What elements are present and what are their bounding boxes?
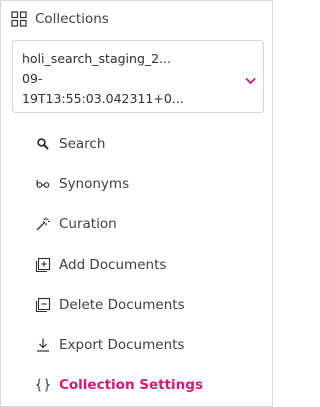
collection-name-line-2: 09- [22, 71, 43, 86]
collection-name-line-3: 19T13:55:03.042311+0... [22, 91, 184, 106]
add-document-icon [35, 257, 51, 273]
menu-item-label: Search [59, 136, 106, 152]
menu-item-synonyms[interactable]: Synonyms [35, 173, 129, 195]
collection-name-line-1: holi_search_staging_2... [22, 51, 171, 66]
download-icon [35, 337, 51, 353]
menu-item-label: Delete Documents [59, 297, 185, 313]
menu-item-label: Curation [59, 216, 117, 232]
chevron-down-icon[interactable] [245, 71, 256, 84]
collections-title: Collections [35, 11, 109, 27]
magic-wand-icon [35, 216, 51, 232]
menu-item-search[interactable]: Search [35, 133, 105, 155]
menu-item-label: Add Documents [59, 257, 167, 273]
grid-icon [11, 11, 27, 27]
collections-header: Collections [11, 9, 109, 29]
menu-item-curation[interactable]: Curation [35, 213, 117, 235]
collection-select-value: holi_search_staging_2... 09- 19T13:55:03… [22, 49, 227, 109]
menu-item-label: Synonyms [59, 176, 130, 192]
search-icon [35, 136, 51, 152]
delete-document-icon [35, 297, 51, 313]
synonyms-icon [35, 176, 51, 192]
menu-item-label: Collection Settings [59, 377, 203, 393]
menu-item-export-documents[interactable]: Export Documents [35, 334, 184, 356]
collection-select[interactable]: holi_search_staging_2... 09- 19T13:55:03… [12, 40, 264, 113]
menu-item-collection-settings[interactable]: Collection Settings [35, 374, 203, 396]
collections-panel: Collections holi_search_staging_2... 09-… [0, 0, 273, 407]
menu-item-label: Export Documents [59, 337, 185, 353]
menu-item-delete-documents[interactable]: Delete Documents [35, 294, 185, 316]
menu-item-add-documents[interactable]: Add Documents [35, 254, 166, 276]
braces-icon [35, 377, 51, 393]
